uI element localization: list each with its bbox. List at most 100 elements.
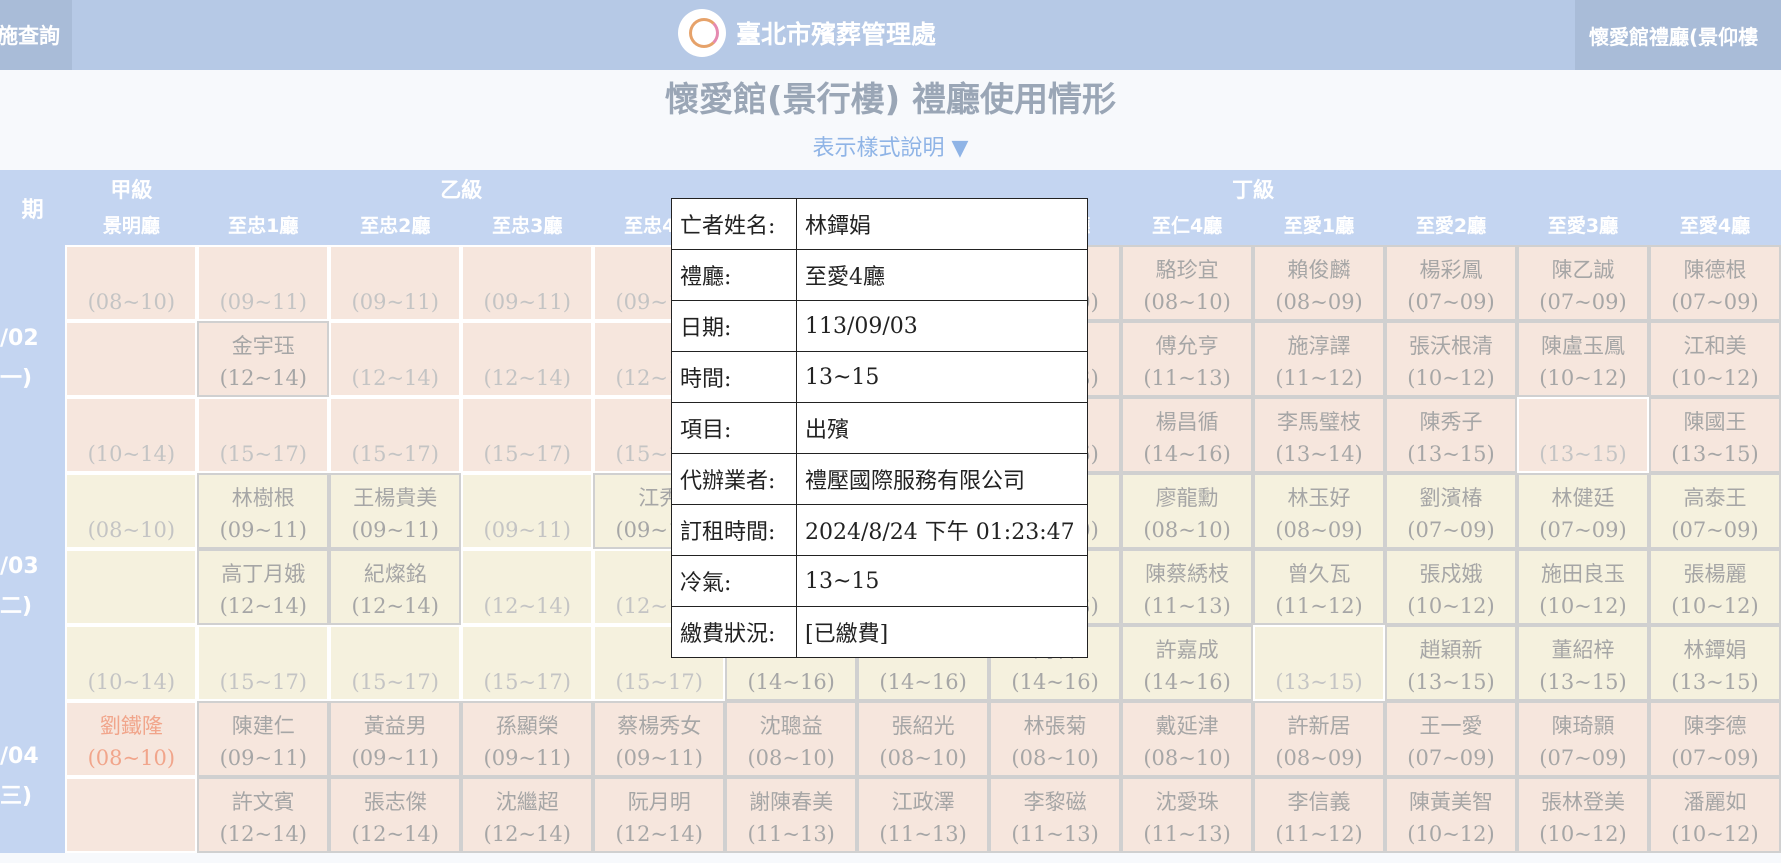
time-slot[interactable]: 陳建仁 (09~11) [197,701,330,777]
facility-query-link[interactable]: 施查詢 [0,0,72,70]
deceased-name: 林張菊 [1023,714,1087,738]
time-slot[interactable]: 駱珍宜 (08~10) [1121,245,1254,321]
time-slot[interactable]: 陳秀子 (13~15) [1385,397,1517,473]
time-slot[interactable]: 楊彩鳳 (07~09) [1385,245,1517,321]
deceased-name: 江政澤 [891,790,955,814]
time-slot[interactable]: 陳德根 (07~09) [1648,245,1781,321]
date-column-header: 期 [0,170,66,245]
time-slot[interactable]: 孫顯榮 (09~11) [461,701,594,777]
deceased-name [331,331,459,361]
time-slot[interactable]: 林樹根 (09~11) [197,473,330,549]
slot-time: (13~15) [1539,442,1627,466]
time-slot[interactable]: 王楊貴美 (09~11) [329,473,462,549]
time-slot[interactable]: 阮月明 (12~14) [593,777,726,853]
deceased-name [331,255,459,285]
time-slot[interactable]: 許文賓 (12~14) [197,777,330,853]
page-title: 懷愛館(景行樓) 禮廳使用情形 [665,80,1116,120]
brand-name: 臺北市殯葬管理處 [736,20,937,49]
time-slot[interactable]: 許嘉成 (14~16) [1121,625,1254,701]
time-slot[interactable]: 戴延津 (08~10) [1121,701,1254,777]
time-slot[interactable]: 曾久瓦 (11~12) [1253,549,1386,625]
deceased-name [67,255,195,285]
time-slot[interactable]: 黃益男 (09~11) [329,701,462,777]
deceased-name: 李馬璧枝 [1277,410,1362,434]
time-slot[interactable]: 林健廷 (07~09) [1517,473,1649,549]
deceased-name: 楊彩鳳 [1419,258,1483,282]
time-slot[interactable]: 劉鐵隆 (08~10) [65,701,198,777]
slot-time: (10~12) [1671,594,1759,618]
time-slot[interactable]: 陳蔡綉枝 (11~13) [1121,549,1254,625]
deceased-name: 劉濱椿 [1419,486,1483,510]
time-slot[interactable]: 王一愛 (07~09) [1385,701,1517,777]
slot-time: (12~14) [219,822,308,846]
time-slot[interactable]: 高泰王 (07~09) [1648,473,1781,549]
deceased-name: 陳蔡綉枝 [1145,562,1230,586]
time-slot[interactable]: 施田良玉 (10~12) [1517,549,1649,625]
slot-time: (14~16) [747,670,835,694]
time-slot[interactable]: 李馬璧枝 (13~14) [1253,397,1386,473]
deceased-name: 王一愛 [1419,714,1483,738]
time-slot[interactable]: 傅允亨 (11~13) [1121,321,1254,397]
time-slot[interactable]: 廖龍勳 (08~10) [1121,473,1254,549]
time-slot[interactable]: 江和美 (10~12) [1648,321,1781,397]
time-slot[interactable]: 張紹光 (08~10) [857,701,990,777]
time-slot[interactable]: 張志傑 (12~14) [329,777,462,853]
time-slot: (09~11) [329,245,462,321]
time-slot[interactable]: 董紹梓 (13~15) [1517,625,1649,701]
time-slot[interactable]: 張戍娥 (10~12) [1385,549,1517,625]
time-slot[interactable]: 陳國王 (13~15) [1648,397,1781,473]
time-slot[interactable]: 施淳譯 (11~12) [1253,321,1386,397]
grade-header: 乙級 [197,170,726,207]
time-slot[interactable]: 張楊麗 (10~12) [1648,549,1781,625]
time-slot[interactable]: 陳琦顥 (07~09) [1517,701,1649,777]
time-slot[interactable]: 沈繼超 (12~14) [461,777,594,853]
time-slot[interactable]: 林張菊 (08~10) [989,701,1122,777]
detail-row: 代辦業者: 禮壓國際服務有限公司 [671,453,1088,505]
time-slot[interactable]: 高丁月娥 (12~14) [197,549,330,625]
time-slot[interactable]: 紀燦銘 (12~14) [329,549,462,625]
deceased-name: 王楊貴美 [353,486,438,510]
time-slot[interactable]: 潘麗如 (10~12) [1648,777,1781,853]
slot-time: (15~17) [483,670,571,694]
time-slot[interactable]: 許新居 (08~09) [1253,701,1386,777]
time-slot[interactable]: 沈愛珠 (11~13) [1121,777,1254,853]
time-slot[interactable]: 林鐔娟 (13~15) [1648,625,1781,701]
deceased-name: 施田良玉 [1540,562,1625,586]
slot-time: (15~17) [351,670,439,694]
time-slot[interactable]: 楊昌循 (14~16) [1121,397,1254,473]
time-slot[interactable]: 賴俊麟 (08~09) [1253,245,1386,321]
time-slot[interactable]: 張林登美 (10~12) [1517,777,1649,853]
time-slot[interactable]: 江政澤 (11~13) [857,777,990,853]
time-slot: (10~14) [65,397,198,473]
slot-time: (15~17) [219,442,308,466]
slot-time: (07~09) [1671,290,1759,314]
time-slot[interactable]: 謝陳春美 (11~13) [725,777,858,853]
time-slot[interactable]: 張沃根清 (10~12) [1385,321,1517,397]
time-slot[interactable]: 蔡楊秀女 (09~11) [593,701,726,777]
slot-time: (09~11) [219,746,308,770]
legend-toggle-link[interactable]: 表示樣式說明 ▼ [0,130,1781,162]
time-slot[interactable]: 陳乙誠 (07~09) [1517,245,1649,321]
slot-time: (11~13) [1143,594,1231,618]
time-slot[interactable]: 李信義 (11~12) [1253,777,1386,853]
time-slot[interactable]: 陳盧玉鳳 (10~12) [1517,321,1649,397]
time-slot[interactable]: 劉濱椿 (07~09) [1385,473,1517,549]
brand[interactable]: 臺北市殯葬管理處 [678,9,936,57]
time-slot[interactable]: 金宇珏 (12~14) [197,321,330,397]
hall-switch-link[interactable]: 懷愛館禮廳(景仰樓 [1575,0,1781,70]
time-slot[interactable]: 林玉好 (08~09) [1253,473,1386,549]
time-slot[interactable]: 趙穎新 (13~15) [1385,625,1517,701]
date-cell: /02 一) [0,245,66,473]
time-slot[interactable]: 李黎磁 (11~13) [989,777,1122,853]
time-slot[interactable]: 沈聰益 (08~10) [725,701,858,777]
detail-row: 時間: 13~15 [671,351,1088,403]
slot-time: (09~11) [219,290,308,314]
time-slot[interactable]: 陳李德 (07~09) [1648,701,1781,777]
slot-time: (15~17) [615,670,703,694]
detail-value: 13~15 [796,555,1088,607]
slot-time [67,817,195,847]
slot-time: (15~17) [483,442,571,466]
time-slot[interactable]: 陳黃美智 (10~12) [1385,777,1517,853]
deceased-name: 陳黃美智 [1409,790,1494,814]
detail-value: 禮壓國際服務有限公司 [796,453,1088,505]
